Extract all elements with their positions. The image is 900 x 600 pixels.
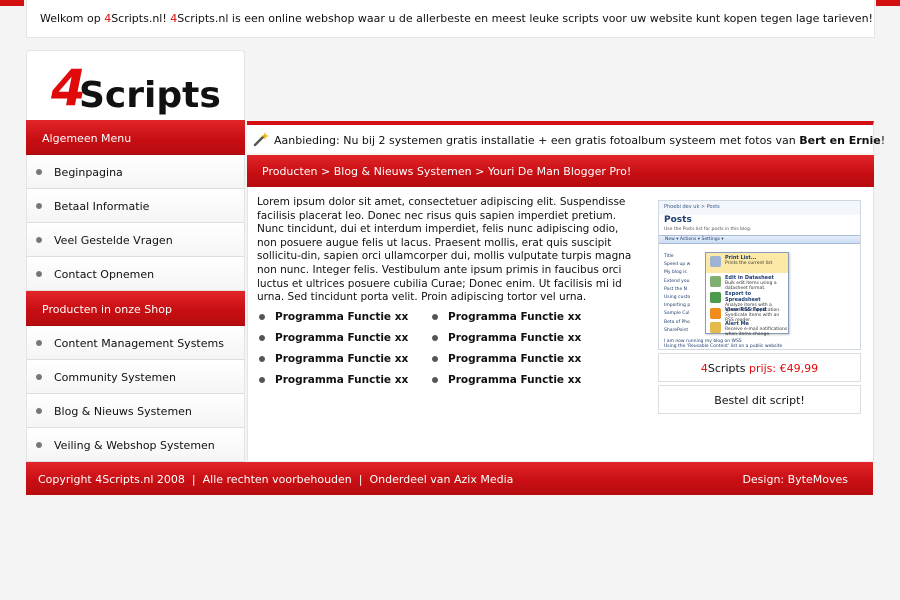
screenshot-list: Title Speed up w My blog is Extend you P… [664,253,690,335]
screenshot-menu-item: Edit in Datasheet Bulk edit items using a… [706,273,788,291]
feature-item: Programma Functie xx [258,311,408,323]
sidebar-item-webshop[interactable]: Veiling & Webshop Systemen [26,428,245,462]
screenshot-menu-item: Print List... Prints the current list [706,253,788,273]
footer-separator: | [191,473,196,486]
feature-item: Programma Functie xx [431,353,581,365]
feature-item: Programma Functie xx [258,332,408,344]
feature-item: Programma Functie xx [431,311,581,323]
screenshot-menu-item: View RSS Feed Syndicate items with an RSS… [706,305,788,323]
screenshot-toolbar: New ▾ Actions ▾ Settings ▾ [659,235,860,244]
price-value: €49,99 [779,362,819,375]
screenshot-list-item: SharePoint [664,327,689,333]
offer-highlight: Bert en Ernie [799,134,881,147]
sidebar-item-betaal-informatie[interactable]: Betaal Informatie [26,189,245,223]
offer-banner: Aanbieding: Nu bij 2 systemen gratis ins… [247,121,885,153]
logo-word: Scripts [79,75,221,116]
product-content: Lorem ipsum dolor sit amet, consectetuer… [247,187,874,461]
sidebar-item-beginpagina[interactable]: Beginpagina [26,155,245,189]
sidebar-item-contact[interactable]: Contact Opnemen [26,257,245,291]
menu-item-desc: Receive e-mail notifications when items … [725,327,788,337]
screenshot-list-item: Sample Cul [664,311,690,317]
footer-copyright: Copyright 4Scripts.nl 2008 [38,473,185,486]
product-screenshot[interactable]: Phoebi dev uk > Posts Posts Use the Post… [658,200,861,350]
screenshot-list-item: Extend you [664,278,690,284]
welcome-site: Scripts.nl! [111,12,171,25]
screenshot-list-item: Title [664,254,674,259]
screenshot-subtitle: Use the Posts list for posts in this blo… [664,227,752,232]
footer: Copyright 4Scripts.nl 2008 | Alle rechten … [26,462,873,495]
feature-item: Programma Functie xx [431,374,581,386]
screenshot-title: Posts [664,215,692,225]
sidebar-item-community[interactable]: Community Systemen [26,360,245,394]
footer-part-of[interactable]: Onderdeel van Azix Media [370,473,514,486]
screenshot-actions-menu: Print List... Prints the current list Edi… [705,252,789,337]
welcome-prefix: Welkom op [40,12,105,25]
screenshot-list-item: Using the 'Reusable Content' list on a p… [664,344,783,349]
menu-item-desc: Prints the current list [725,261,773,266]
logo-graphic: 4 Scripts [50,59,221,117]
logo[interactable]: 4 Scripts [26,50,245,122]
sidebar-item-blog[interactable]: Blog & Nieuws Systemen [26,394,245,428]
screenshot-breadcrumb: Phoebi dev uk > Posts [659,201,860,215]
rss-icon [710,308,721,319]
footer-rights: Alle rechten voorbehouden [202,473,352,486]
datasheet-icon [710,276,721,287]
sidebar: Algemeen Menu Beginpagina Betaal Informa… [26,120,245,462]
sidebar-item-faq[interactable]: Veel Gestelde Vragen [26,223,245,257]
price-brand: 4 [700,362,708,375]
print-icon [710,256,721,267]
price-label: prijs: [745,362,780,375]
order-button[interactable]: Bestel dit script! [658,385,861,414]
footer-separator: | [358,473,363,486]
top-accent-right [876,0,900,6]
welcome-bar: Welkom op 4Scripts.nl! 4Scripts.nl is ee… [26,0,875,38]
spreadsheet-icon [710,292,721,303]
screenshot-menu-item: Export to Spreadsheet Analyze items with … [706,289,788,313]
feature-item: Programma Functie xx [258,374,408,386]
welcome-text: Scripts.nl is een online webshop waar u … [177,12,873,25]
feature-item: Programma Functie xx [431,332,581,344]
screenshot-list-item: Post the N [664,286,688,292]
footer-design-credit[interactable]: Design: ByteMoves [742,473,848,486]
alert-icon [710,322,721,333]
magic-wand-icon [253,132,269,147]
footer-left: Copyright 4Scripts.nl 2008 | Alle rechten … [38,473,513,486]
screenshot-list-item: Using custo [664,295,691,301]
product-description: Lorem ipsum dolor sit amet, consectetuer… [257,196,632,304]
breadcrumb[interactable]: Producten > Blog & Nieuws Systemen > You… [247,155,874,187]
top-accent-left [0,0,24,6]
screenshot-footer: I am now running my blog on WSS Using th… [664,339,782,349]
sidebar-heading-menu: Algemeen Menu [26,120,245,155]
offer-text: Aanbieding: Nu bij 2 systemen gratis ins… [274,134,800,147]
price-name: Scripts [707,362,746,375]
screenshot-list-item: Speed up w [664,262,691,268]
offer-end: ! [880,134,886,147]
sidebar-heading-shop: Producten in onze Shop [26,291,245,326]
screenshot-list-item: Beta of Pho [664,319,690,325]
price-box: 4Scripts prijs: €49,99 [658,353,861,382]
menu-item-title: Export to Spreadsheet [725,291,761,303]
screenshot-list-item: My blog is [664,270,687,276]
screenshot-menu-item: Alert Me Receive e-mail notifications whe… [706,319,788,337]
sidebar-item-cms[interactable]: Content Management Systems [26,326,245,360]
feature-item: Programma Functie xx [258,353,408,365]
screenshot-list-item: Importing p [664,303,691,309]
